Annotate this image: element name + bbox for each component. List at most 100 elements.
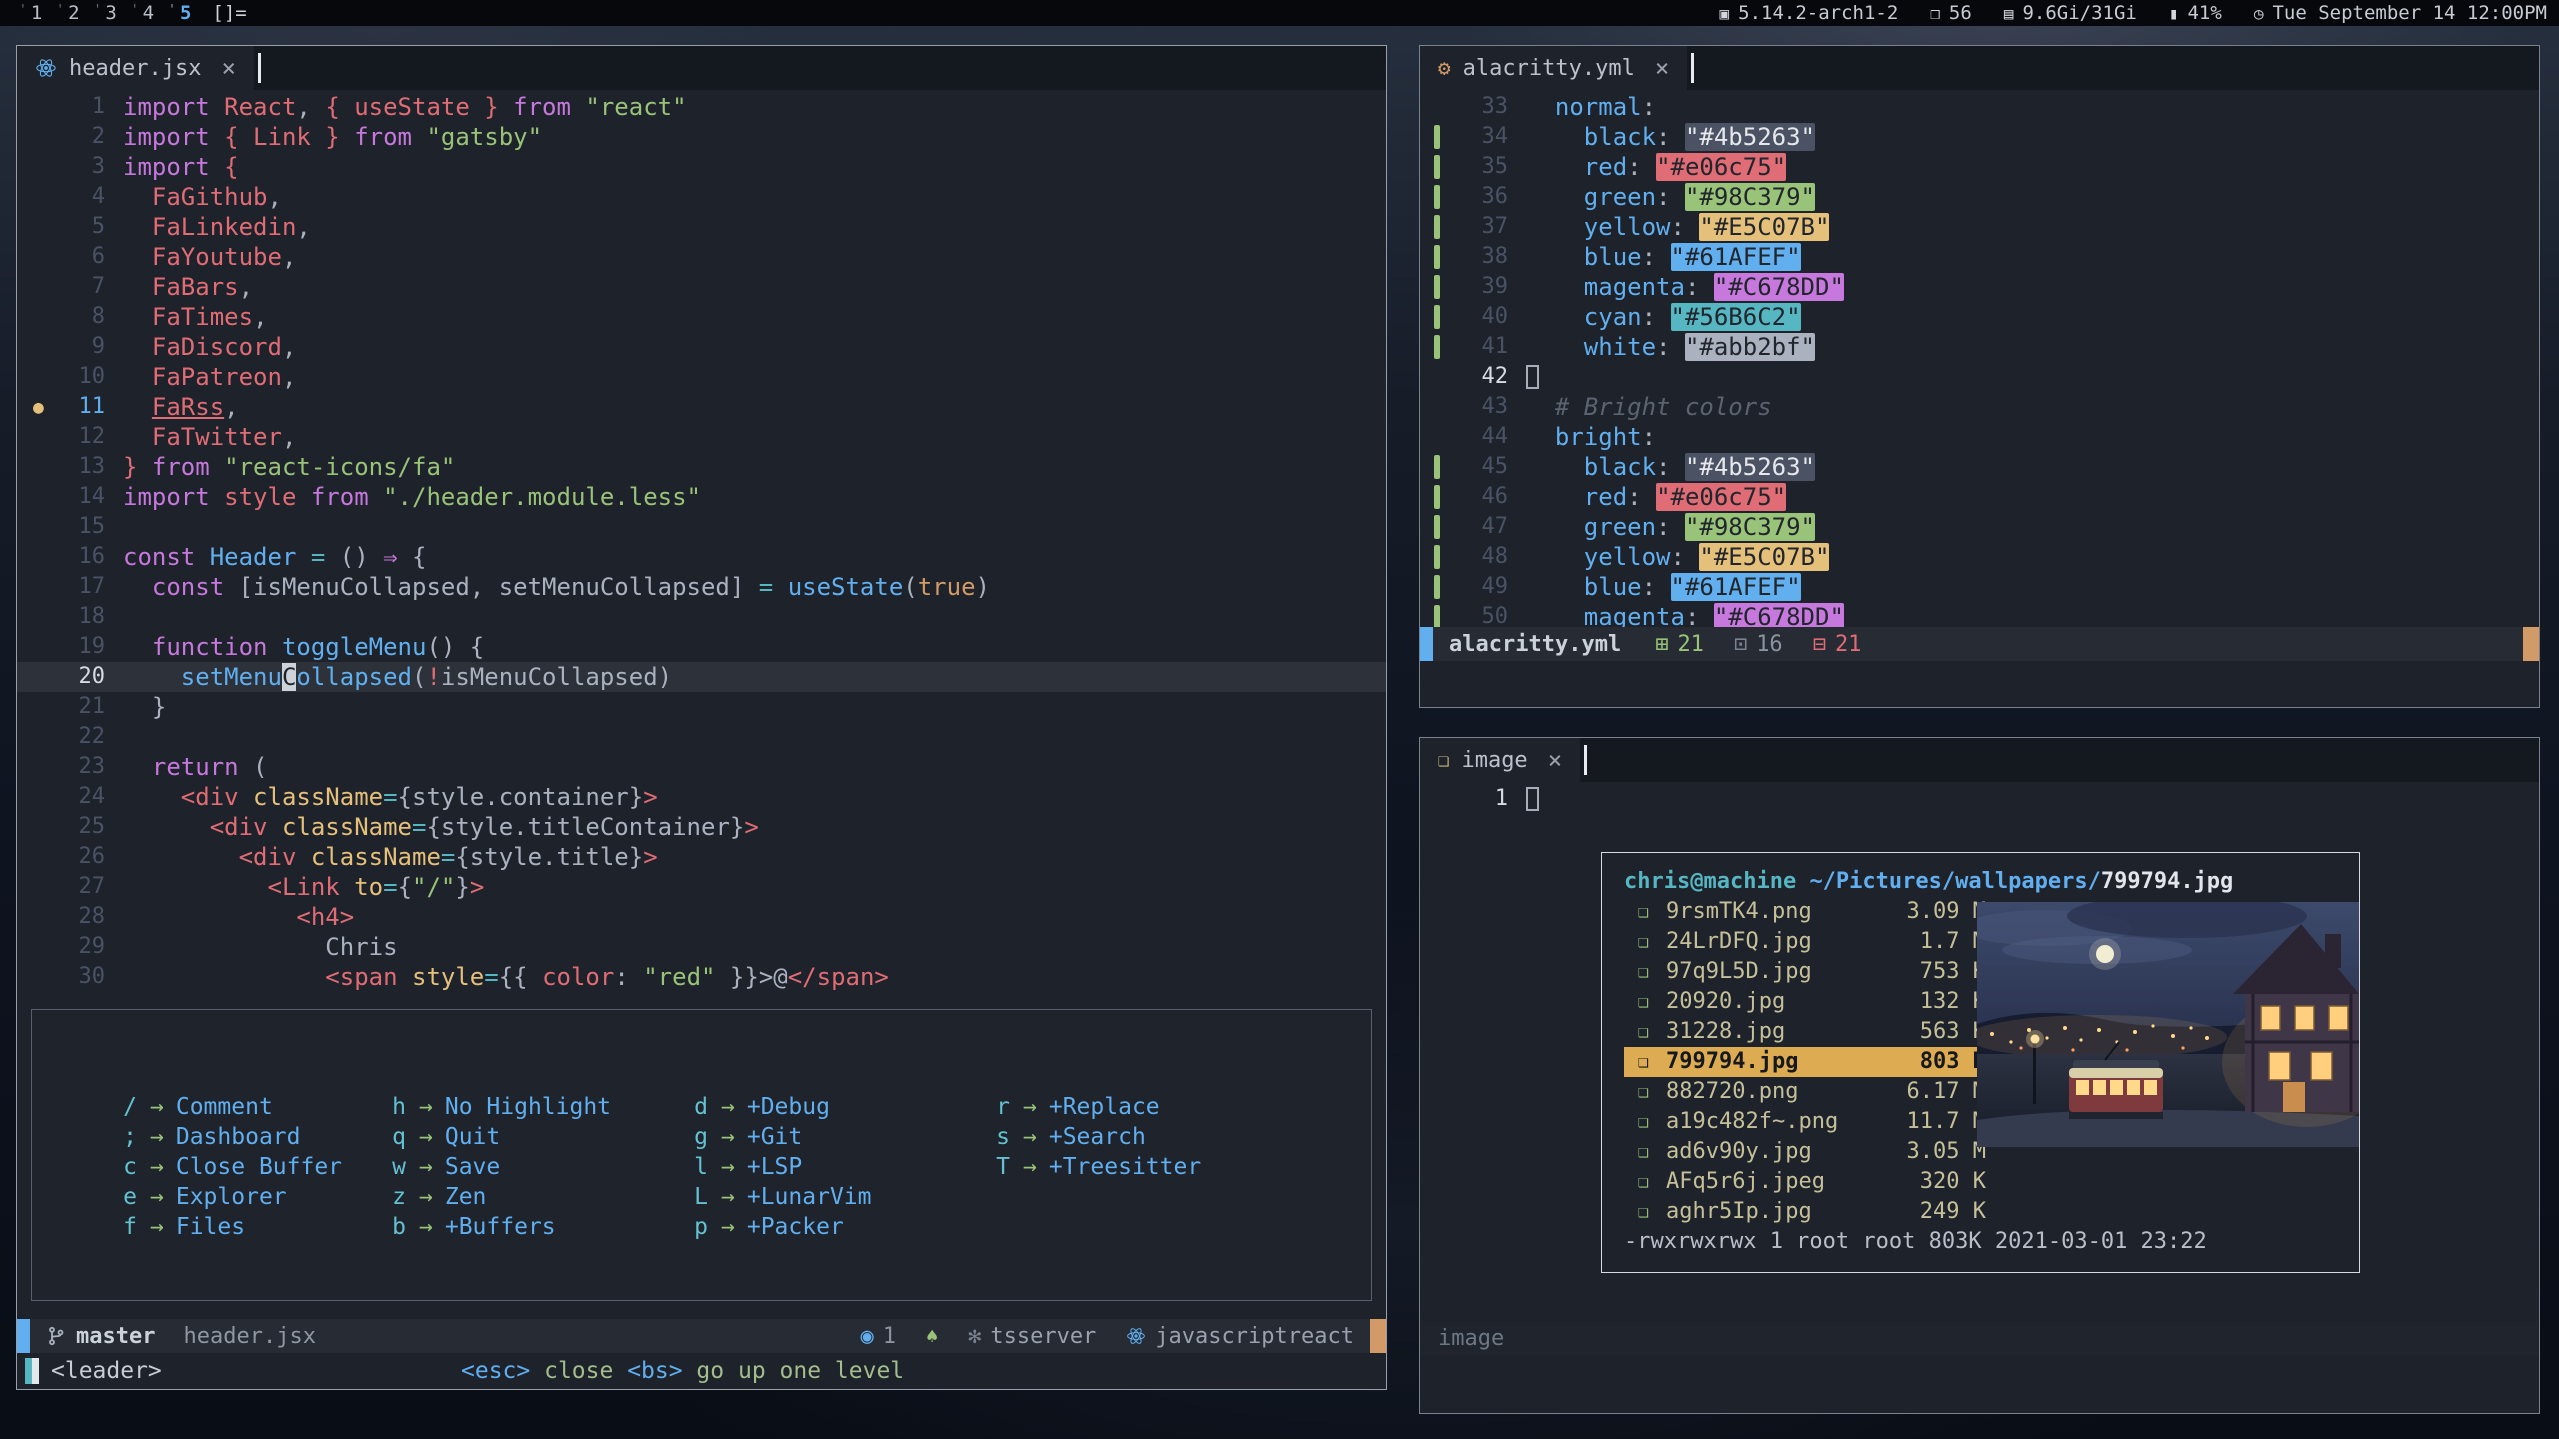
git-branch[interactable]: master — [46, 1324, 155, 1349]
file-row: ❏24LrDFQ.jpg1.7 M — [1624, 927, 1986, 957]
code-line-10[interactable]: 10 FaPatreon, — [17, 362, 1386, 392]
code-line-11[interactable]: ●11 FaRss, — [17, 392, 1386, 422]
line-number: 27 — [17, 872, 105, 902]
code-line-19[interactable]: 19 function toggleMenu() { — [17, 632, 1386, 662]
image-file-icon: ❏ — [1638, 1077, 1666, 1107]
code-line-13[interactable]: 13} from "react-icons/fa" — [17, 452, 1386, 482]
file-row: ❏97q9L5D.jpg753 K — [1624, 957, 1986, 987]
workspace-button-1[interactable]: '1 — [12, 2, 49, 24]
code-line-23[interactable]: 23 return ( — [17, 752, 1386, 782]
code-line-30[interactable]: 30 <span style={{ color: "red" }}>@</spa… — [17, 962, 1386, 992]
git-changed: ⊡ 16 — [1734, 632, 1783, 657]
line-number: 25 — [17, 812, 105, 842]
workspace-button-3[interactable]: '3 — [87, 2, 124, 24]
code-line-37[interactable]: 37 yellow: "#E5C07B" — [1420, 212, 2539, 242]
code-line-29[interactable]: 29 Chris — [17, 932, 1386, 962]
code-line-39[interactable]: 39 magenta: "#C678DD" — [1420, 272, 2539, 302]
code-line-5[interactable]: 5 FaLinkedin, — [17, 212, 1386, 242]
git-added-bar — [1434, 455, 1440, 479]
pending-keys: <leader> — [51, 1358, 162, 1384]
image-file-icon: ❏ — [1638, 927, 1666, 957]
file-row: ❏9rsmTK4.png3.09 M — [1624, 897, 1986, 927]
code-line-20[interactable]: 20 setMenuCollapsed(!isMenuCollapsed) — [17, 662, 1386, 692]
code-line-26[interactable]: 26 <div className={style.title}> — [17, 842, 1386, 872]
command-line[interactable]: <leader> <esc> close <bs> go up one leve… — [17, 1353, 1386, 1389]
tab-close-icon[interactable]: × — [221, 54, 235, 82]
code-line-35[interactable]: 35 red: "#e06c75" — [1420, 152, 2539, 182]
code-line-17[interactable]: 17 const [isMenuCollapsed, setMenuCollap… — [17, 572, 1386, 602]
editor-window-alacritty-yml: ⚙ alacritty.yml × 33 normal:34 black: "#… — [1419, 45, 2540, 708]
line-number: 1 — [17, 92, 105, 122]
volume-icon: ▮ — [2169, 4, 2179, 23]
code-line-4[interactable]: 4 FaGithub, — [17, 182, 1386, 212]
code-line-44[interactable]: 44 bright: — [1420, 422, 2539, 452]
line-number: 15 — [17, 512, 105, 542]
image-file-icon: ❏ — [1638, 1167, 1666, 1197]
clock-status: ◷Tue September 14 12:00PM — [2254, 2, 2547, 24]
code-line-41[interactable]: 41 white: "#abb2bf" — [1420, 332, 2539, 362]
code-line-1[interactable]: 1 — [1420, 784, 2539, 814]
tab-alacritty-yml[interactable]: ⚙ alacritty.yml × — [1420, 46, 1687, 90]
code-line-2[interactable]: 2import { Link } from "gatsby" — [17, 122, 1386, 152]
code-line-50[interactable]: 50 magenta: "#C678DD" — [1420, 602, 2539, 627]
line-number: 26 — [17, 842, 105, 872]
code-line-28[interactable]: 28 <h4> — [17, 902, 1386, 932]
code-line-1[interactable]: 1import React, { useState } from "react" — [17, 92, 1386, 122]
code-line-36[interactable]: 36 green: "#98C379" — [1420, 182, 2539, 212]
code-line-3[interactable]: 3import { — [17, 152, 1386, 182]
git-added-bar — [1434, 275, 1440, 299]
tab-header-jsx[interactable]: header.jsx × — [17, 46, 254, 90]
code-line-46[interactable]: 46 red: "#e06c75" — [1420, 482, 2539, 512]
tab-close-icon[interactable]: × — [1548, 746, 1562, 774]
code-line-7[interactable]: 7 FaBars, — [17, 272, 1386, 302]
status-bar: '1'2'3'4'5[]= ▣5.14.2-arch1-2❒56▤9.6Gi/3… — [0, 0, 2559, 26]
arrow-icon: → — [721, 1092, 735, 1122]
tab-close-icon[interactable]: × — [1655, 54, 1669, 82]
treesitter-icon: ♠ — [926, 1324, 938, 1348]
arrow-icon: → — [150, 1152, 164, 1182]
code-line-24[interactable]: 24 <div className={style.container}> — [17, 782, 1386, 812]
file-row: ❏20920.jpg132 K — [1624, 987, 1986, 1017]
statusline: alacritty.yml ⊞ 21 ⊡ 16 ⊟ 21 — [1420, 627, 2539, 661]
code-line-40[interactable]: 40 cyan: "#56B6C2" — [1420, 302, 2539, 332]
workspace-button-5[interactable]: '5 — [161, 2, 198, 24]
code-action-lightbulb-icon[interactable]: ● — [33, 393, 44, 423]
whichkey-binding-w: w→Save — [391, 1152, 693, 1182]
command-line — [1420, 661, 2539, 707]
tab-image[interactable]: ❏ image × — [1420, 738, 1580, 782]
workspace-button-2[interactable]: '2 — [49, 2, 86, 24]
code-line-14[interactable]: 14import style from "./header.module.les… — [17, 482, 1386, 512]
file-permissions: -rwxrwxrwx 1 root root 803K 2021-03-01 2… — [1624, 1227, 2359, 1257]
code-line-47[interactable]: 47 green: "#98C379" — [1420, 512, 2539, 542]
code-line-49[interactable]: 49 blue: "#61AFEF" — [1420, 572, 2539, 602]
code-area[interactable]: 33 normal:34 black: "#4b5263"35 red: "#e… — [1420, 90, 2539, 627]
layout-indicator: []= — [212, 2, 246, 24]
code-line-25[interactable]: 25 <div className={style.titleContainer}… — [17, 812, 1386, 842]
git-added-bar — [1434, 185, 1440, 209]
code-line-34[interactable]: 34 black: "#4b5263" — [1420, 122, 2539, 152]
code-line-8[interactable]: 8 FaTimes, — [17, 302, 1386, 332]
statusline-end-block — [2523, 627, 2539, 661]
whichkey-binding-p: p→+Packer — [693, 1212, 995, 1242]
code-line-45[interactable]: 45 black: "#4b5263" — [1420, 452, 2539, 482]
code-line-18[interactable]: 18 — [17, 602, 1386, 632]
code-line-48[interactable]: 48 yellow: "#E5C07B" — [1420, 542, 2539, 572]
workspace-button-4[interactable]: '4 — [124, 2, 161, 24]
filetype-indicator: javascriptreact — [1126, 1324, 1354, 1349]
code-line-42[interactable]: 42 — [1420, 362, 2539, 392]
code-line-27[interactable]: 27 <Link to={"/"}> — [17, 872, 1386, 902]
whichkey-binding-d: d→+Debug — [693, 1092, 995, 1122]
code-line-9[interactable]: 9 FaDiscord, — [17, 332, 1386, 362]
code-line-21[interactable]: 21 } — [17, 692, 1386, 722]
code-line-22[interactable]: 22 — [17, 722, 1386, 752]
code-line-15[interactable]: 15 — [17, 512, 1386, 542]
code-line-38[interactable]: 38 blue: "#61AFEF" — [1420, 242, 2539, 272]
code-line-12[interactable]: 12 FaTwitter, — [17, 422, 1386, 452]
code-line-16[interactable]: 16const Header = () ⇒ { — [17, 542, 1386, 572]
code-line-6[interactable]: 6 FaYoutube, — [17, 242, 1386, 272]
code-line-43[interactable]: 43 # Bright colors — [1420, 392, 2539, 422]
code-area[interactable]: chris@machine ~/Pictures/wallpapers/7997… — [1420, 782, 2539, 1321]
statusline-filename: image — [1438, 1326, 1504, 1351]
code-line-33[interactable]: 33 normal: — [1420, 92, 2539, 122]
line-number: 21 — [17, 692, 105, 722]
